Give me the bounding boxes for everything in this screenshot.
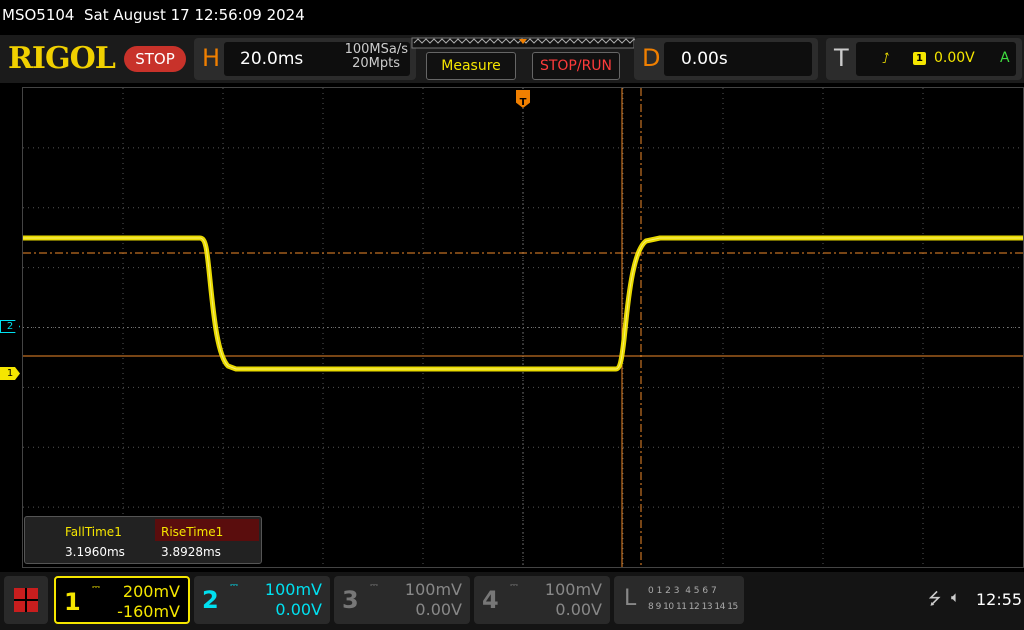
dc-coupling-icon: ⎓: [230, 580, 238, 591]
logic-row-2: 8 9 10 11 12 13 14 15: [648, 602, 738, 612]
channel-2-number: 2: [202, 586, 219, 614]
menu-button[interactable]: [4, 576, 48, 624]
logic-row-1: 0 1 2 3 4 5 6 7: [648, 586, 717, 596]
dc-coupling-icon: ⎓: [370, 580, 378, 591]
dc-coupling-icon: ⎓: [510, 580, 518, 591]
mute-icon[interactable]: 🔈︎: [951, 588, 960, 606]
channel-2-panel[interactable]: 2 ⎓ 100mV 0.00V: [194, 576, 330, 624]
channel-4-number: 4: [482, 586, 499, 614]
channel-2-offset: 0.00V: [275, 600, 322, 619]
channel-1-panel[interactable]: 1 ⎓ 200mV -160mV: [54, 576, 190, 624]
channel-4-panel[interactable]: 4 ⎓ 100mV 0.00V: [474, 576, 610, 624]
dc-coupling-icon: ⎓: [92, 582, 100, 593]
logic-letter: L: [624, 586, 637, 611]
fall-time-label: FallTime1: [65, 525, 122, 539]
measurement-results: FallTime1 RiseTime1 3.1960ms 3.8928ms: [24, 516, 262, 564]
channel-4-offset: 0.00V: [555, 600, 602, 619]
logic-panel[interactable]: L 0 1 2 3 4 5 6 7 8 9 10 11 12 13 14 15: [614, 576, 744, 624]
channel-3-scale: 100mV: [404, 580, 462, 599]
grid-menu-icon: [14, 588, 38, 612]
channel-2-scale: 100mV: [264, 580, 322, 599]
rise-time-value: 3.8928ms: [161, 545, 221, 559]
status-clock: 12:55: [976, 590, 1023, 609]
channel-1-scale: 200mV: [122, 582, 180, 601]
channel-3-number: 3: [342, 586, 359, 614]
rise-time-label: RiseTime1: [161, 525, 224, 539]
channel-1-offset: -160mV: [117, 602, 180, 621]
channel-3-offset: 0.00V: [415, 600, 462, 619]
channel-1-number: 1: [64, 588, 81, 616]
channel-4-scale: 100mV: [544, 580, 602, 599]
fall-time-value: 3.1960ms: [65, 545, 125, 559]
usb-icon: ⭍: [928, 589, 942, 608]
channel-3-panel[interactable]: 3 ⎓ 100mV 0.00V: [334, 576, 470, 624]
